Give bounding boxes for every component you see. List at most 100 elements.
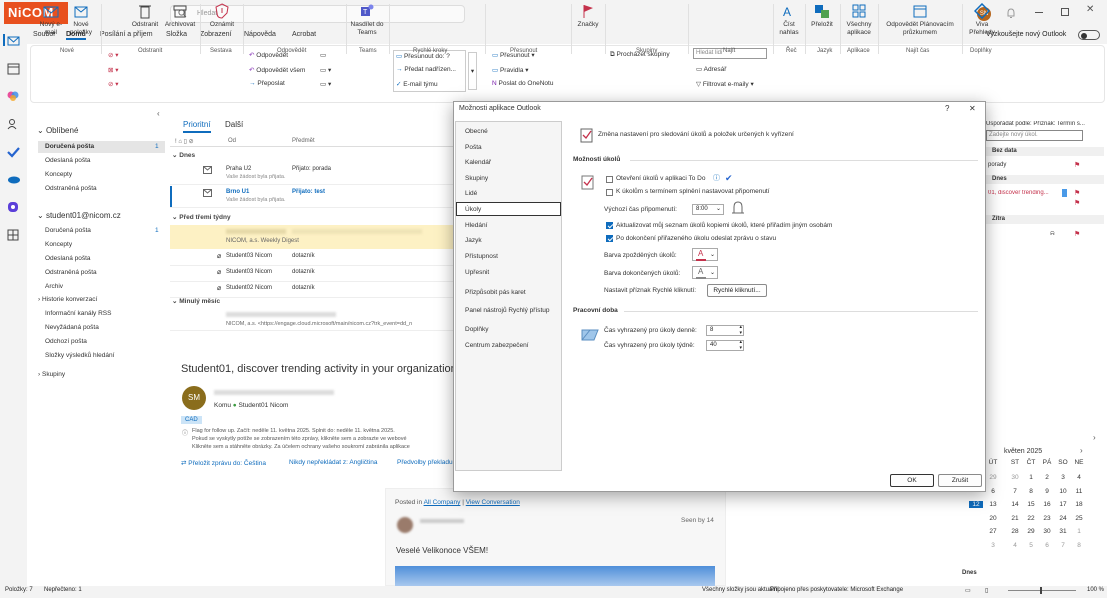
folder-search[interactable]: Složky výsledků hledání xyxy=(45,352,114,359)
more-respond-icon[interactable]: ▭ ▾ xyxy=(320,80,331,88)
folder-rss[interactable]: Informační kanály RSS xyxy=(45,310,111,317)
close-window-button[interactable]: ✕ xyxy=(1086,4,1094,15)
new-outlook-toggle[interactable] xyxy=(1078,30,1100,40)
calendar-day[interactable]: 22 xyxy=(1024,515,1038,522)
view-conversation-link[interactable]: View Conversation xyxy=(466,499,520,506)
calendar-day[interactable]: 24 xyxy=(1056,515,1070,522)
calendar-day[interactable]: 30 xyxy=(1008,474,1022,481)
junk-icon[interactable]: ⊘ ▾ xyxy=(108,80,119,88)
sender-avatar[interactable]: SM xyxy=(182,386,206,410)
folder-conversation-history[interactable]: › Historie konverzací xyxy=(38,296,97,303)
minimize-button[interactable] xyxy=(1035,12,1043,13)
favorite-inbox[interactable]: Doručená pošta xyxy=(45,143,94,150)
calendar-day[interactable]: 29 xyxy=(986,474,1000,481)
reply-all-button[interactable]: ↶ Odpovědět všem xyxy=(249,66,305,74)
apps-icon[interactable] xyxy=(7,229,20,241)
spinner-icon[interactable]: ▴ ▾ xyxy=(739,324,742,336)
calendar-day[interactable]: 11 xyxy=(1072,488,1086,495)
calendar-day[interactable]: 21 xyxy=(1008,515,1022,522)
favorites-header[interactable]: ⌄ Oblíbené xyxy=(37,126,78,135)
task-item[interactable]: 01, discover trending... xyxy=(988,190,1060,196)
calendar-day[interactable]: 3 xyxy=(1056,474,1070,481)
translate-link[interactable]: ⇄ Přeložit zprávu do: Čeština xyxy=(181,459,266,467)
flag-icon[interactable]: ⚑ xyxy=(1074,161,1080,169)
flag-icon[interactable]: ⚑ xyxy=(1074,189,1080,197)
favorite-drafts[interactable]: Koncepty xyxy=(45,171,72,178)
nav-quick-access[interactable]: Panel nástrojů Rychlý přístup xyxy=(465,307,550,314)
reply-scheduling-button[interactable]: Odpovědět Plánovacím průzkumem xyxy=(881,3,959,37)
mail-icon[interactable] xyxy=(7,35,20,47)
group-tomorrow[interactable]: Zítra xyxy=(992,216,1005,222)
folder-sent[interactable]: Odeslaná pošta xyxy=(45,255,91,262)
update-task-list-checkbox[interactable] xyxy=(606,222,613,229)
column-icons[interactable]: ! ⌂ ▯ ⊘ xyxy=(175,138,194,145)
maximize-button[interactable] xyxy=(1061,8,1069,16)
flag-icon[interactable]: ⚑ xyxy=(1074,230,1080,238)
favorite-sent[interactable]: Odeslaná pošta xyxy=(45,157,91,164)
filter-email-button[interactable]: ▽ Filtrovat e-maily ▾ xyxy=(696,80,754,88)
nav-search[interactable]: Hledání xyxy=(465,222,487,229)
calendar-day[interactable]: 29 xyxy=(1024,528,1038,535)
nav-people[interactable]: Lidé xyxy=(465,190,477,197)
group-no-date[interactable]: Bez data xyxy=(992,148,1017,154)
tab-other[interactable]: Další xyxy=(225,120,243,129)
all-apps-button[interactable]: Všechny aplikace xyxy=(843,3,875,37)
flag-icon[interactable]: ⚑ xyxy=(1074,199,1080,207)
calendar-day[interactable]: 6 xyxy=(986,488,1000,495)
menu-help[interactable]: Nápověda xyxy=(244,31,276,38)
menu-acrobat[interactable]: Acrobat xyxy=(292,31,316,38)
calendar-day[interactable]: 2 xyxy=(1040,474,1054,481)
folder-drafts[interactable]: Koncepty xyxy=(45,241,72,248)
daily-hours-input[interactable]: 8 ▴ ▾ xyxy=(706,324,744,336)
nav-mail[interactable]: Pošta xyxy=(465,144,482,151)
scroll-up-icon[interactable]: › xyxy=(1093,433,1096,442)
quick-step-manager[interactable]: → Předat nadřízen... xyxy=(396,66,456,73)
folder-inbox[interactable]: Doručená pošta xyxy=(45,227,91,234)
view-normal-icon[interactable]: ▭ xyxy=(965,587,971,594)
sort-by[interactable]: Uspořádat podle: Příznak: Termín s... xyxy=(986,121,1104,127)
set-reminders-checkbox[interactable] xyxy=(606,189,613,196)
calendar-day[interactable]: 6 xyxy=(1040,542,1054,549)
folder-deleted[interactable]: Odstraněná pošta xyxy=(45,269,97,276)
calendar-icon[interactable] xyxy=(7,63,20,75)
translation-preferences-link[interactable]: Předvolby překladu xyxy=(397,459,453,466)
ignore-icon[interactable]: ⊘ ▾ xyxy=(108,51,119,59)
nav-accessibility[interactable]: Přístupnost xyxy=(465,253,498,260)
new-items-button[interactable]: Nové položky xyxy=(66,3,96,37)
calendar-day[interactable]: 4 xyxy=(1008,542,1022,549)
calendar-day[interactable]: 20 xyxy=(986,515,1000,522)
cleanup-icon[interactable]: ⊠ ▾ xyxy=(108,66,119,74)
new-task-input[interactable]: Zadejte nový úkol. xyxy=(986,130,1083,141)
rules-button[interactable]: ▭ Pravidla ▾ xyxy=(492,66,529,74)
folder-junk[interactable]: Nevyžádaná pošta xyxy=(45,324,99,331)
calendar-day[interactable]: 7 xyxy=(1008,488,1022,495)
onedrive-icon[interactable] xyxy=(7,173,20,185)
zoom-slider[interactable] xyxy=(1008,587,1076,594)
calendar-day[interactable]: 23 xyxy=(1040,515,1054,522)
favorite-deleted[interactable]: Odstraněná pošta xyxy=(45,185,97,192)
report-button[interactable]: Oznámit xyxy=(206,3,238,29)
calendar-day[interactable]: 13 xyxy=(986,501,1000,508)
folder-archive[interactable]: Archiv xyxy=(45,283,63,290)
nav-general[interactable]: Obecné xyxy=(465,128,488,135)
calendar-day[interactable]: 1 xyxy=(1072,528,1086,535)
nav-advanced[interactable]: Upřesnit xyxy=(465,269,489,276)
menu-send-receive[interactable]: Posílání a příjem xyxy=(100,31,153,38)
calendar-day[interactable]: 9 xyxy=(1040,488,1054,495)
groups-header[interactable]: › Skupiny xyxy=(38,371,65,378)
new-email-button[interactable]: Nový e-mail xyxy=(37,3,65,37)
reminder-time-select[interactable]: 8:00 ⌄ xyxy=(692,204,724,215)
calendar-day[interactable]: 8 xyxy=(1024,488,1038,495)
people-icon[interactable] xyxy=(7,118,20,130)
onenote-button[interactable]: N Poslat do OneNotu xyxy=(492,80,553,87)
group-last-month[interactable]: ⌄ Minulý měsíc xyxy=(172,297,220,305)
calendar-day[interactable]: 28 xyxy=(1008,528,1022,535)
group-three-weeks[interactable]: ⌄ Před třemi týdny xyxy=(172,213,231,221)
category-tag[interactable]: CAD xyxy=(181,416,202,424)
column-from[interactable]: Od xyxy=(228,138,236,144)
send-status-checkbox[interactable] xyxy=(606,235,613,242)
calendar-day[interactable]: 4 xyxy=(1072,474,1086,481)
calendar-day[interactable]: 7 xyxy=(1056,542,1070,549)
share-teams-button[interactable]: T Nasdílet do Teams xyxy=(350,3,384,37)
im-icon[interactable]: ▭ ▾ xyxy=(320,66,331,74)
